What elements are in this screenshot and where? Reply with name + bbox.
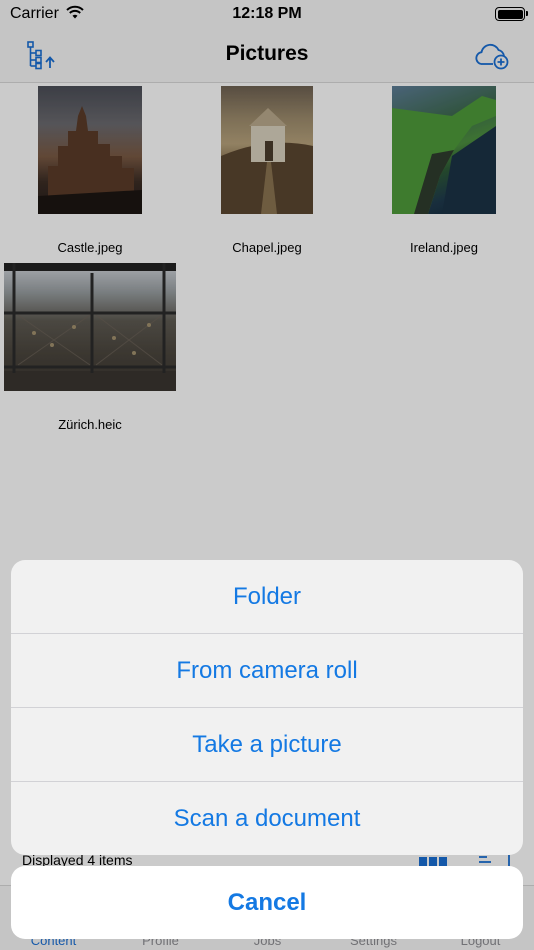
action-sheet: Folder From camera roll Take a picture S…	[11, 560, 523, 855]
action-scan-document[interactable]: Scan a document	[11, 782, 523, 855]
action-take-picture[interactable]: Take a picture	[11, 708, 523, 782]
cancel-button[interactable]: Cancel	[11, 866, 523, 939]
action-camera-roll[interactable]: From camera roll	[11, 634, 523, 708]
action-folder[interactable]: Folder	[11, 560, 523, 634]
